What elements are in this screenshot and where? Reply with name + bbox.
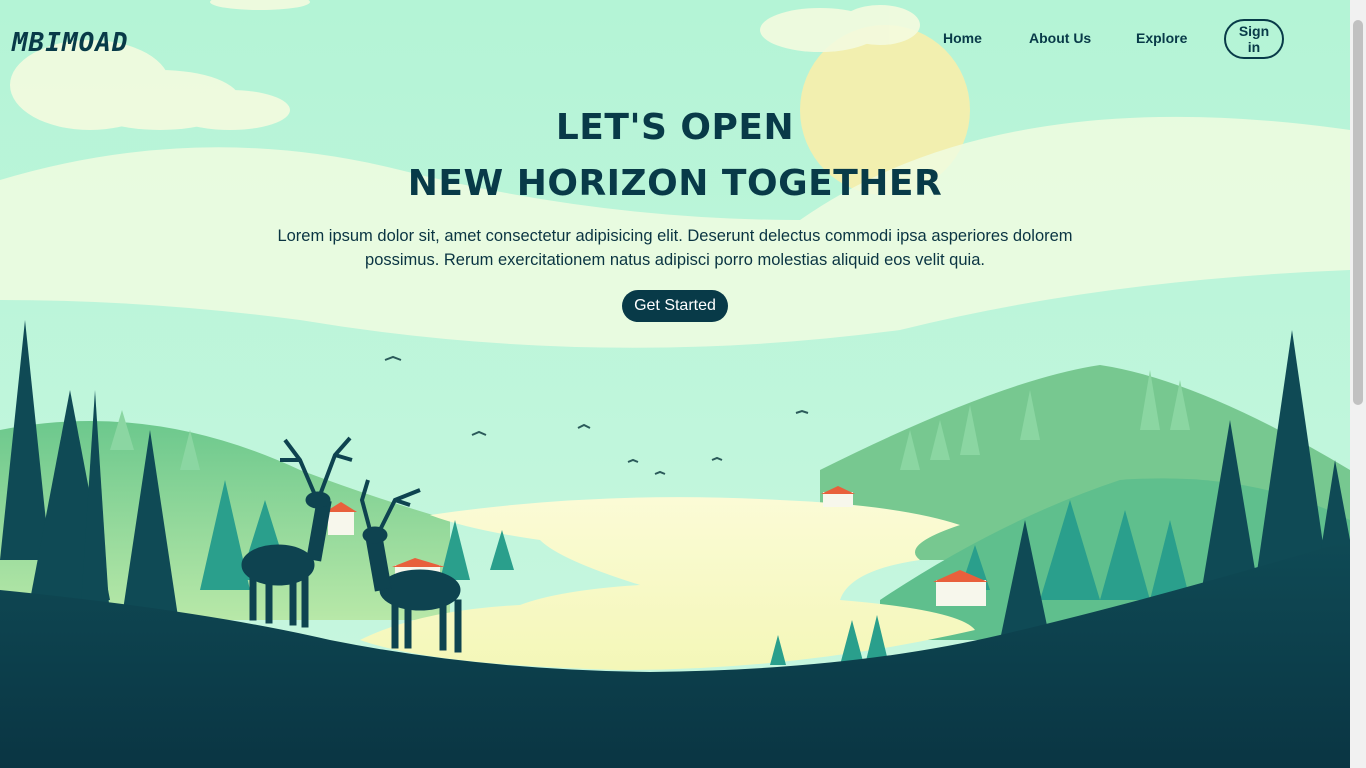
scrollbar-thumb[interactable] [1353,20,1363,405]
nav-link-explore[interactable]: Explore [1136,30,1187,46]
page-scrollbar[interactable] [1350,0,1366,768]
get-started-button[interactable]: Get Started [622,290,728,322]
hero-section: LET'S OPEN NEW HORIZON TOGETHER Lorem ip… [0,100,1350,322]
hero-title-line2: NEW HORIZON TOGETHER [407,163,943,204]
hero-description: Lorem ipsum dolor sit, amet consectetur … [277,227,1073,269]
site-header: MBIMOAD Home About Us Explore Sign in [0,0,1350,80]
hero-title-line1: LET'S OPEN [555,107,795,148]
hero-title: LET'S OPEN NEW HORIZON TOGETHER [0,100,1350,212]
nav-link-about-us[interactable]: About Us [1029,30,1091,46]
main-nav: Home About Us Explore Sign in [0,0,1350,80]
nav-link-home[interactable]: Home [943,30,982,46]
sign-in-button[interactable]: Sign in [1224,19,1284,59]
